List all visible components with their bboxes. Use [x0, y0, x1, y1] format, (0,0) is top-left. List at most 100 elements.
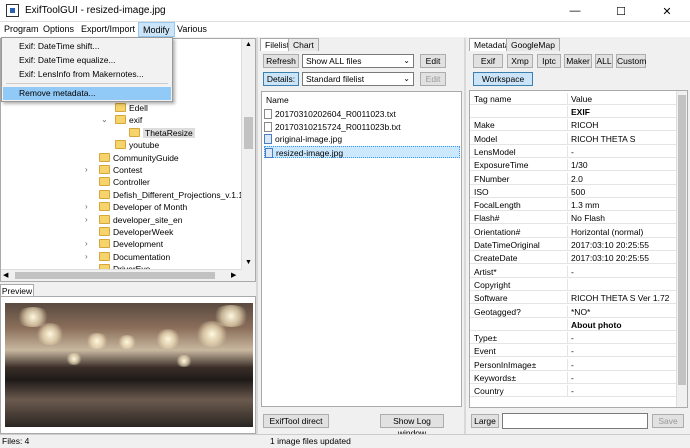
chevron-right-icon[interactable]: › [85, 164, 88, 176]
menu-bar: Program Options Export/Import Modify Var… [0, 22, 690, 37]
metadata-edit-input[interactable] [502, 413, 648, 429]
column-header-name[interactable]: Name [266, 95, 289, 105]
tree-vertical-scrollbar[interactable]: ▲ ▼ [241, 39, 255, 281]
menu-item-datetime-shift[interactable]: Exif: DateTime shift... [3, 40, 171, 53]
refresh-button[interactable]: Refresh [263, 54, 299, 68]
details-button[interactable]: Details: [263, 72, 299, 86]
view-edit-button[interactable]: Edit [420, 72, 446, 86]
exiftool-direct-button[interactable]: ExifTool direct [263, 414, 329, 428]
metadata-row[interactable]: FNumber 2.0 [470, 172, 677, 185]
filter-custom-button[interactable]: Custom [616, 54, 646, 68]
close-button[interactable]: ✕ [644, 0, 690, 22]
folder-icon [99, 189, 110, 199]
folder-tree-item[interactable]: › Documentation [85, 251, 170, 263]
metadata-row[interactable]: Make RICOH [470, 119, 677, 132]
tree-horizontal-scrollbar[interactable]: ◀ ▶ [1, 269, 242, 281]
metadata-row[interactable]: Software RICOH THETA S Ver 1.72 [470, 292, 677, 305]
folder-tree-item[interactable]: CommunityGuide [99, 152, 179, 164]
file-list-item[interactable]: 20170310215724_R0011023b.txt [264, 121, 460, 133]
save-button[interactable]: Save [652, 414, 684, 428]
filter-edit-button[interactable]: Edit [420, 54, 446, 68]
file-list-item[interactable]: resized-image.jpg [264, 145, 460, 158]
right-splitter[interactable] [464, 38, 466, 434]
folder-tree-item[interactable]: youtube [115, 139, 159, 151]
metadata-row[interactable]: Artist* - [470, 265, 677, 278]
metadata-row[interactable]: Keywords± - [470, 372, 677, 384]
metadata-row[interactable]: ISO 500 [470, 185, 677, 198]
menu-item-remove-metadata[interactable]: Remove metadata... [3, 87, 171, 100]
metadata-value: - [571, 346, 574, 357]
folder-tree-item[interactable]: ⌄ exif [101, 114, 142, 126]
metadata-row[interactable]: Flash# No Flash [470, 212, 677, 225]
status-bar: Files: 4 1 image files updated [0, 434, 690, 448]
chevron-down-icon[interactable]: ⌄ [101, 114, 108, 126]
folder-tree-item[interactable]: Edell [115, 102, 148, 114]
metadata-tag-name: ExposureTime [474, 160, 529, 171]
filter-exif-button[interactable]: Exif [473, 54, 503, 68]
metadata-row[interactable]: Copyright [470, 278, 677, 291]
filter-all-button[interactable]: ALL [595, 54, 613, 68]
chevron-right-icon[interactable]: › [85, 201, 88, 213]
metadata-row[interactable]: Orientation# Horizontal (normal) [470, 225, 677, 238]
chevron-right-icon[interactable]: › [85, 251, 88, 263]
metadata-row[interactable]: PersonInImage± - [470, 358, 677, 371]
folder-tree-item[interactable]: Controller [99, 176, 150, 188]
scroll-thumb[interactable] [244, 117, 253, 149]
menu-item-lensinfo[interactable]: Exif: LensInfo from Makernotes... [3, 68, 171, 81]
metadata-row[interactable]: Geotagged? *NO* [470, 305, 677, 318]
tab-googlemap[interactable]: GoogleMap [506, 38, 560, 51]
scroll-right-icon[interactable]: ▶ [231, 271, 236, 279]
folder-icon [129, 127, 140, 137]
scroll-up-icon[interactable]: ▲ [245, 41, 252, 48]
column-header-tag[interactable]: Tag name [474, 93, 511, 105]
image-file-icon [264, 134, 272, 144]
column-header-value[interactable]: Value [571, 93, 592, 105]
workspace-button[interactable]: Workspace [473, 72, 533, 86]
file-list-item[interactable]: original-image.jpg [264, 133, 460, 145]
metadata-value: - [571, 333, 574, 344]
maximize-button[interactable]: ☐ [598, 0, 644, 22]
metadata-row[interactable]: About photo [470, 318, 677, 331]
metadata-row[interactable]: Event - [470, 345, 677, 358]
metadata-scrollbar[interactable] [676, 91, 687, 407]
metadata-row[interactable]: DateTimeOriginal 2017:03:10 20:25:55 [470, 239, 677, 251]
folder-tree-item[interactable]: › Developer of Month [85, 201, 187, 213]
metadata-row[interactable]: LensModel - [470, 145, 677, 158]
file-list-item[interactable]: 20170310202604_R0011023.txt [264, 108, 460, 120]
folder-tree-item[interactable]: DeveloperWeek [99, 226, 173, 238]
folder-tree-item[interactable]: Defish_Different_Projections_v.1.1 [99, 189, 243, 201]
minimize-button[interactable]: — [552, 0, 598, 22]
metadata-row[interactable]: EXIF [470, 106, 677, 118]
metadata-row[interactable]: CreateDate 2017:03:10 20:25:55 [470, 252, 677, 265]
filter-maker-button[interactable]: Maker [564, 54, 592, 68]
hscroll-thumb[interactable] [15, 272, 215, 279]
chevron-right-icon[interactable]: › [85, 238, 88, 250]
menu-export-import[interactable]: Export/Import [77, 22, 139, 37]
view-mode-select[interactable]: Standard filelist ⌄ [302, 72, 414, 86]
metadata-row[interactable]: ExposureTime 1/30 [470, 159, 677, 172]
metadata-row[interactable]: Type± - [470, 332, 677, 345]
menu-item-datetime-equalize[interactable]: Exif: DateTime equalize... [3, 54, 171, 67]
menu-modify[interactable]: Modify [138, 22, 175, 37]
filter-xmp-button[interactable]: Xmp [507, 54, 533, 68]
show-log-button[interactable]: Show Log window [380, 414, 444, 438]
chevron-right-icon[interactable]: › [85, 214, 88, 226]
metadata-scroll-thumb[interactable] [678, 95, 686, 385]
folder-label: developer_site_en [113, 214, 183, 225]
folder-tree-item[interactable]: › developer_site_en [85, 214, 183, 226]
metadata-row[interactable]: FocalLength 1.3 mm [470, 199, 677, 212]
menu-program[interactable]: Program [0, 22, 43, 37]
large-button[interactable]: Large [471, 414, 499, 428]
scroll-left-icon[interactable]: ◀ [3, 271, 8, 279]
folder-tree-item[interactable]: ThetaResize [129, 127, 195, 139]
metadata-row[interactable]: Country - [470, 385, 677, 398]
menu-various[interactable]: Various [173, 22, 211, 37]
folder-tree-item[interactable]: › Development [85, 238, 163, 250]
scroll-down-icon[interactable]: ▼ [245, 259, 252, 266]
menu-options[interactable]: Options [39, 22, 78, 37]
filter-iptc-button[interactable]: Iptc [537, 54, 561, 68]
folder-tree-item[interactable]: › Contest [85, 164, 142, 176]
tab-chart[interactable]: Chart [288, 38, 319, 51]
file-filter-select[interactable]: Show ALL files ⌄ [302, 54, 414, 68]
metadata-row[interactable]: Model RICOH THETA S [470, 132, 677, 145]
